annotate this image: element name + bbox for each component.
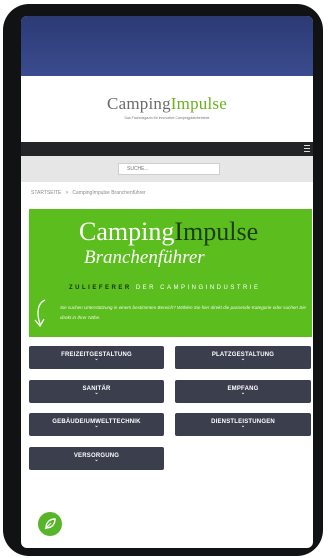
banner-tagline: ZULIEFERER DER CAMPINGINDUSTRIE (69, 285, 261, 291)
breadcrumb-home[interactable]: STARTSEITE (31, 190, 61, 196)
banner-title-camping: Camping (79, 217, 175, 246)
banner-tag-rest: DER CAMPINGINDUSTRIE (135, 285, 261, 291)
category-button-gebaeude-umwelttechnik[interactable]: GEBÄUDE/UMWELTTECHNIK ⌄ (29, 413, 164, 436)
banner-title-impulse: Impulse (174, 217, 259, 246)
category-button-freizeitgestaltung[interactable]: FREIZEITGESTALTUNG ⌄ (29, 346, 164, 369)
breadcrumb: STARTSEITE > CampingImpulse Branchenführer (31, 190, 146, 196)
navbar (21, 142, 313, 156)
chevron-down-icon: ⌄ (240, 423, 246, 429)
site-logo[interactable]: CampingImpulse (21, 94, 313, 114)
category-button-versorgung[interactable]: VERSORGUNG ⌄ (29, 447, 164, 470)
chevron-down-icon: ⌄ (94, 356, 99, 362)
chevron-down-icon: ⌄ (240, 390, 246, 396)
branchenfuehrer-banner: CampingImpulse Branchenführer ZULIEFERER… (29, 209, 312, 337)
banner-title: CampingImpulse (79, 217, 258, 247)
curved-arrow-down-icon (34, 299, 46, 328)
logo-tagline: Das Fachmagazin für innovative Campingpl… (124, 116, 210, 120)
search-input[interactable] (118, 163, 220, 175)
phone-frame: CampingImpulse Das Fachmagazin für innov… (3, 4, 323, 556)
banner-tag-bold: ZULIEFERER (69, 285, 132, 291)
banner-subtitle: Branchenführer (84, 247, 205, 268)
header-image-strip (21, 16, 313, 76)
category-button-platzgestaltung[interactable]: PLATZGESTALTUNG ⌄ (175, 346, 311, 369)
chevron-down-icon: ⌄ (240, 356, 246, 362)
leaf-icon (44, 518, 56, 530)
chevron-down-icon: ⌄ (94, 423, 99, 429)
logo-camping: Camping (107, 94, 171, 113)
breadcrumb-separator: > (65, 190, 69, 196)
category-button-sanitaer[interactable]: SANITÄR ⌄ (29, 380, 164, 403)
category-button-dienstleistungen[interactable]: DIENSTLEISTUNGEN ⌄ (175, 413, 311, 436)
logo-impulse: Impulse (170, 94, 227, 113)
breadcrumb-current: CampingImpulse Branchenführer (72, 190, 146, 196)
chevron-down-icon: ⌄ (94, 457, 99, 463)
logo-area: CampingImpulse Das Fachmagazin für innov… (21, 76, 313, 142)
chevron-down-icon: ⌄ (94, 390, 99, 396)
category-button-empfang[interactable]: EMPFANG ⌄ (175, 380, 311, 403)
hamburger-menu-icon[interactable] (304, 145, 310, 153)
search-band (21, 156, 313, 182)
floating-action-button[interactable] (38, 512, 62, 536)
banner-description: Sie suchen Unterstützung in einem bestim… (60, 305, 306, 320)
screen: CampingImpulse Das Fachmagazin für innov… (21, 16, 313, 548)
